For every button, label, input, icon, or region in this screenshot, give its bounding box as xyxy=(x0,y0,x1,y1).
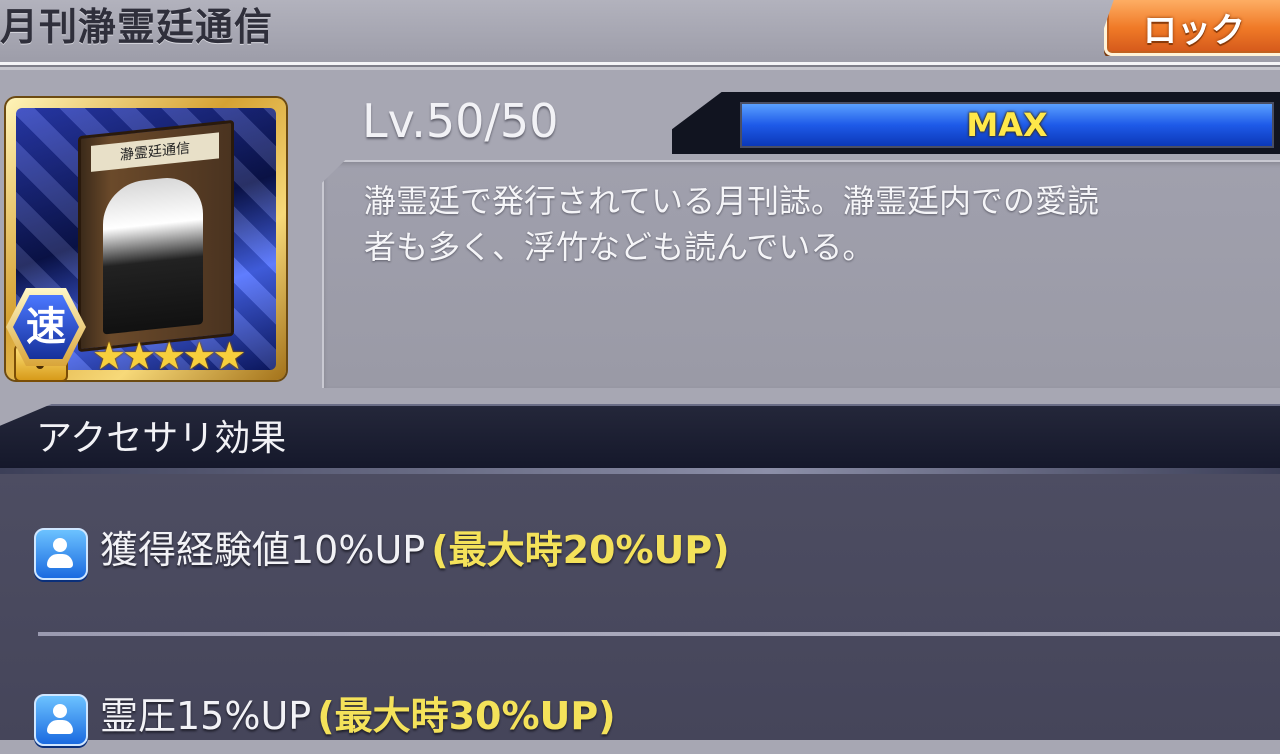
person-effect-icon xyxy=(34,528,88,580)
effects-section-title: アクセサリ効果 xyxy=(36,418,287,459)
star-icon: ★ xyxy=(122,334,156,378)
book-cover-figure xyxy=(103,174,203,335)
speed-type-label: 速 xyxy=(13,295,79,359)
description-line-1: 瀞霊廷で発行されている月刊誌。瀞霊廷内での愛読 xyxy=(364,182,1100,220)
book-cover-title: 瀞霊廷通信 xyxy=(91,132,219,172)
effect-text: 霊圧15%UP xyxy=(100,694,312,738)
star-icon: ★ xyxy=(182,334,216,378)
description-line-2: 者も多く、浮竹なども読んでいる。 xyxy=(364,228,875,266)
book-illustration: 瀞霊廷通信 xyxy=(78,119,234,353)
level-label: Lv.50/50 xyxy=(362,94,559,148)
effect-divider xyxy=(38,632,1280,636)
title-divider xyxy=(0,62,1280,70)
description-text: 瀞霊廷で発行されている月刊誌。瀞霊廷内での愛読 者も多く、浮竹なども読んでいる。 xyxy=(364,178,1204,270)
lock-button-label: ロック xyxy=(1143,11,1245,51)
effect-row: 霊圧15%UP (最大時30%UP) xyxy=(0,684,1280,754)
effect-text: 獲得経験値10%UP xyxy=(100,528,426,572)
rarity-stars: ★★★★★ xyxy=(92,334,246,378)
level-max-label: MAX xyxy=(966,106,1048,144)
title-bar: 月刊瀞霊廷通信 xyxy=(0,0,1280,62)
star-icon: ★ xyxy=(92,334,126,378)
star-icon: ★ xyxy=(152,334,186,378)
level-progress-bar: MAX xyxy=(740,102,1274,148)
person-effect-icon xyxy=(34,694,88,746)
star-icon: ★ xyxy=(212,334,246,378)
lock-button[interactable]: ロック xyxy=(1104,0,1280,56)
effect-row: 獲得経験値10%UP (最大時20%UP) xyxy=(0,518,1280,588)
page-title: 月刊瀞霊廷通信 xyxy=(0,5,274,49)
effect-max-text: (最大時30%UP) xyxy=(317,694,616,738)
effect-max-text: (最大時20%UP) xyxy=(431,528,730,572)
